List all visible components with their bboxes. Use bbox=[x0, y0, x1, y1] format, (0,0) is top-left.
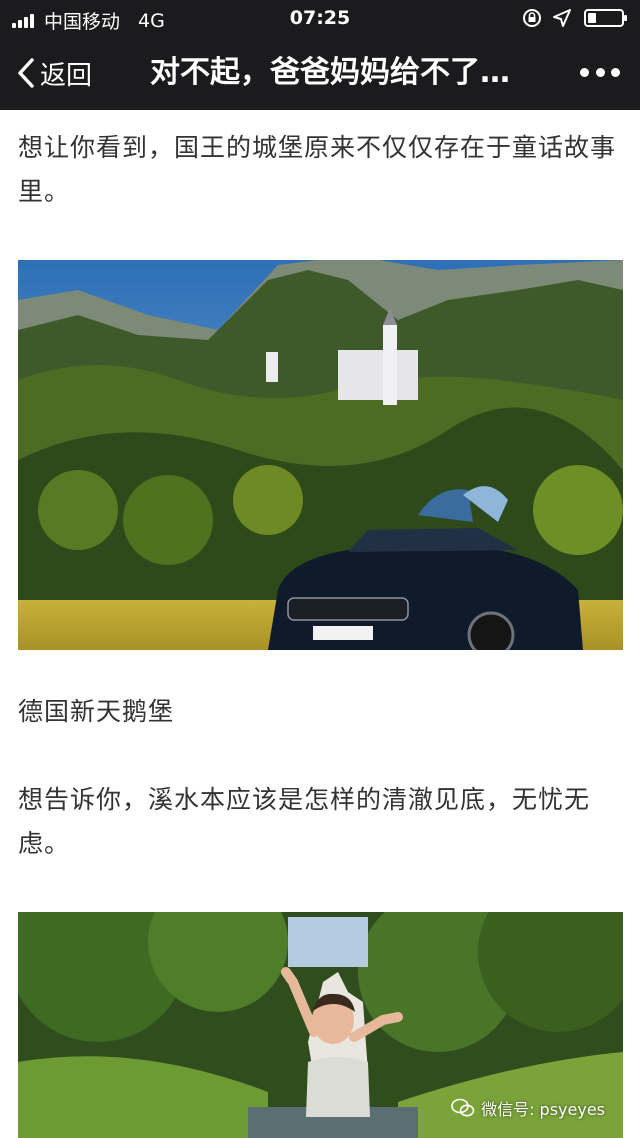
battery-icon bbox=[584, 9, 627, 27]
status-right bbox=[522, 8, 627, 28]
article-paragraph: 想告诉你，溪水本应该是怎样的清澈见底，无忧无虑。 bbox=[18, 785, 591, 858]
more-button[interactable] bbox=[580, 62, 620, 82]
status-bar: 中国移动 4G 07:25 bbox=[0, 0, 640, 36]
chevron-left-icon bbox=[18, 58, 34, 88]
article-content[interactable]: 想让你看到，国王的城堡原来不仅仅存在于童话故事里。 德国新天鹅堡 想告诉你，溪水… bbox=[0, 110, 640, 1138]
page-title: 对不起，爸爸妈妈给不了… bbox=[150, 55, 510, 90]
wechat-watermark: 微信号: psyeyes bbox=[451, 1096, 605, 1120]
child-stream-photo[interactable]: 微信号: psyeyes bbox=[18, 912, 623, 1138]
back-button[interactable]: 返回 bbox=[16, 54, 92, 92]
wechat-icon bbox=[451, 1098, 475, 1117]
article-paragraph: 想让你看到，国王的城堡原来不仅仅存在于童话故事里。 bbox=[18, 133, 617, 206]
location-arrow-icon bbox=[553, 9, 571, 27]
nav-bar: 返回 对不起，爸爸妈妈给不了… bbox=[0, 36, 640, 110]
rotation-lock-icon bbox=[523, 9, 541, 27]
castle-car-photo[interactable] bbox=[18, 260, 623, 650]
watermark-text: 微信号: psyeyes bbox=[481, 1100, 605, 1119]
back-label: 返回 bbox=[40, 60, 93, 91]
photo-caption: 德国新天鹅堡 bbox=[18, 697, 175, 726]
castle-car-image bbox=[18, 260, 623, 650]
